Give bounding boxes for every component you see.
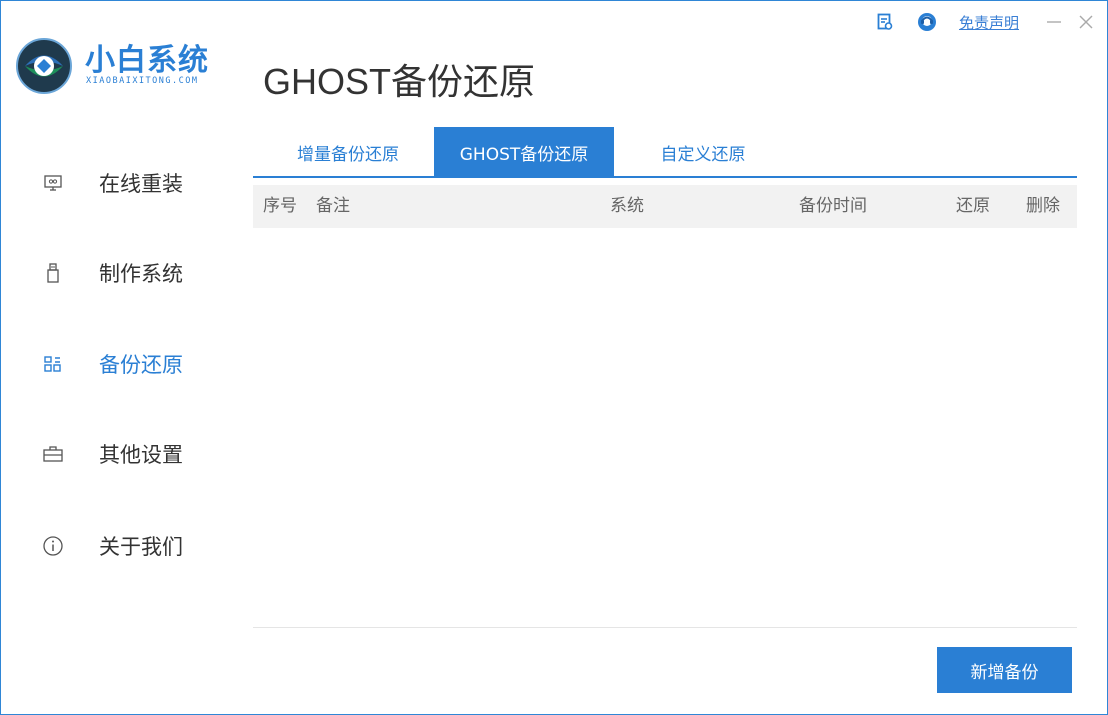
app-logo: 小白系统 XIAOBAIXITONG.COM [15,33,235,94]
tab-bar: 增量备份还原 GHOST备份还原 自定义还原 [253,127,1077,178]
column-header-index: 序号 [263,196,297,216]
close-icon [1079,15,1093,29]
tab-custom-restore[interactable]: 自定义还原 [623,127,783,178]
column-header-backup-time: 备份时间 [799,196,867,216]
sidebar-item-online-reinstall[interactable]: 在线重装 [41,163,231,203]
table-header: 序号 备注 系统 备份时间 还原 删除 [253,185,1077,228]
footer-divider [253,627,1077,628]
sidebar-item-label: 制作系统 [99,262,183,286]
toolbox-icon [41,442,65,466]
sidebar-item-about-us[interactable]: 关于我们 [41,526,231,566]
backup-icon [41,352,65,376]
sidebar-item-label: 关于我们 [99,535,183,559]
feedback-icon[interactable] [875,12,895,32]
sidebar-item-label: 在线重装 [99,172,183,196]
sidebar-item-make-system[interactable]: 制作系统 [41,253,231,293]
monitor-icon [41,171,65,195]
minimize-icon [1047,21,1061,23]
column-header-system: 系统 [610,196,644,216]
sidebar-item-label: 其他设置 [99,443,183,467]
minimize-button[interactable] [1043,11,1065,33]
support-icon[interactable] [917,12,937,32]
logo-subtitle: XIAOBAIXITONG.COM [86,76,199,86]
info-icon [41,534,65,558]
logo-icon [16,38,72,94]
column-header-note: 备注 [316,196,350,216]
disclaimer-link[interactable]: 免责声明 [959,12,1019,33]
tab-incremental-backup[interactable]: 增量备份还原 [263,127,433,178]
sidebar-item-backup-restore[interactable]: 备份还原 [41,344,231,384]
sidebar-item-label: 备份还原 [99,353,183,377]
app-window: 小白系统 XIAOBAIXITONG.COM GHOST备份还原 免责声明 在线… [0,0,1108,715]
new-backup-button[interactable]: 新增备份 [937,647,1072,693]
page-title: GHOST备份还原 [263,61,536,102]
title-bar-controls: 免责声明 [875,7,1097,37]
column-header-restore: 还原 [956,196,990,216]
sidebar-item-other-settings[interactable]: 其他设置 [41,434,231,474]
logo-title: 小白系统 [85,43,209,78]
usb-icon [41,261,65,285]
tab-ghost-backup[interactable]: GHOST备份还原 [434,127,614,178]
close-button[interactable] [1075,11,1097,33]
column-header-delete: 删除 [1026,196,1060,216]
table-body [253,228,1077,626]
